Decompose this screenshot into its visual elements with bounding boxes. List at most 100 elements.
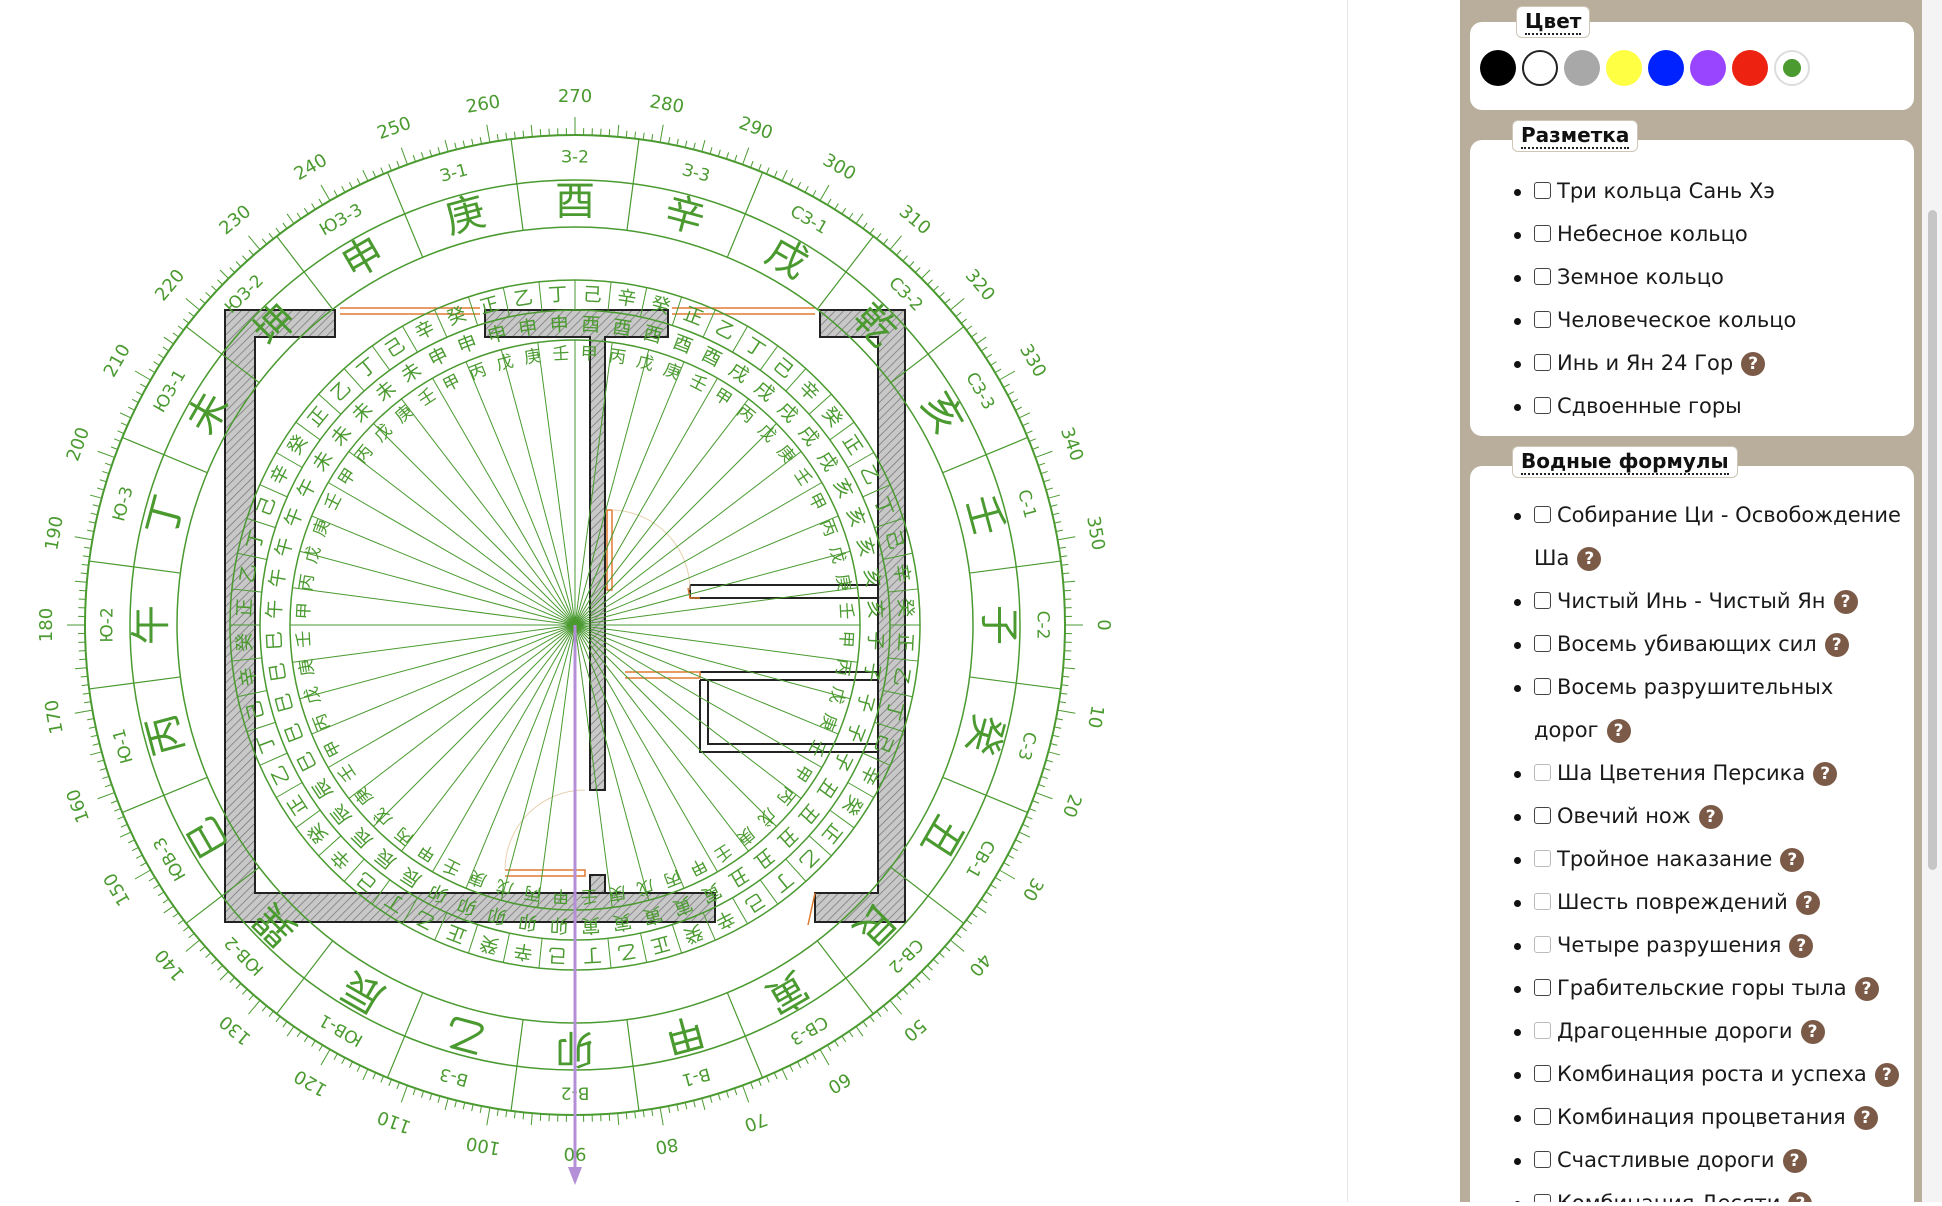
floor-plan-canvas[interactable]: 0102030405060708090100110120130140150160… — [0, 0, 1348, 1202]
option-checkbox[interactable] — [1534, 592, 1551, 609]
help-icon[interactable]: ? — [1813, 762, 1837, 786]
degree-tick — [514, 1111, 515, 1118]
degree-tick — [813, 1054, 816, 1060]
degree-tick — [220, 971, 228, 979]
inner-char: 乙 — [266, 762, 294, 789]
panel-scrollbar[interactable] — [1922, 0, 1942, 1202]
mountain-char: 乙 — [440, 1007, 491, 1062]
color-swatch-1[interactable] — [1480, 50, 1516, 86]
degree-tick — [685, 1102, 687, 1109]
degree-tick — [135, 870, 151, 879]
help-icon[interactable]: ? — [1854, 1106, 1878, 1130]
degree-label: 70 — [741, 1108, 770, 1136]
option-item[interactable]: Земное кольцо — [1470, 256, 1914, 299]
inner-divider — [468, 925, 477, 954]
degree-tick — [991, 885, 997, 889]
help-icon[interactable]: ? — [1607, 719, 1631, 743]
option-label: Комбинация роста и успеха — [1557, 1062, 1867, 1086]
inner-char: 己 — [253, 494, 280, 520]
degree-tick — [236, 262, 241, 267]
option-label: Сдвоенные горы — [1557, 394, 1742, 418]
option-item[interactable]: Небесное кольцо — [1470, 213, 1914, 256]
option-item[interactable]: Четыре разрушения? — [1470, 924, 1914, 967]
help-icon[interactable]: ? — [1741, 352, 1765, 376]
option-item[interactable]: Ша Цветения Персика? — [1470, 752, 1914, 795]
color-swatch-2[interactable] — [1522, 50, 1558, 86]
compass-overlay[interactable]: 0102030405060708090100110120130140150160… — [0, 0, 1348, 1202]
degree-tick — [463, 141, 465, 148]
degree-tick — [986, 354, 992, 358]
option-item[interactable]: Драгоценные дороги? — [1470, 1010, 1914, 1053]
help-icon[interactable]: ? — [1875, 1063, 1899, 1087]
option-item[interactable]: Инь и Ян 24 Гор? — [1470, 342, 1914, 385]
inner-divider — [539, 938, 542, 968]
degree-tick — [939, 953, 944, 958]
degree-tick — [903, 989, 908, 994]
help-icon[interactable]: ? — [1788, 1192, 1812, 1202]
inner-char: 甲 — [804, 490, 830, 514]
option-item[interactable]: Человеческое кольцо — [1470, 299, 1914, 342]
color-swatch-8[interactable] — [1774, 50, 1810, 86]
degree-tick — [1054, 727, 1061, 728]
option-checkbox[interactable] — [1534, 1065, 1551, 1082]
option-checkbox[interactable] — [1534, 506, 1551, 523]
help-icon[interactable]: ? — [1789, 934, 1813, 958]
option-item[interactable]: Восемь разрушительныхдорог? — [1470, 666, 1914, 752]
degree-tick — [945, 299, 950, 304]
option-checkbox[interactable] — [1534, 397, 1551, 414]
help-icon[interactable]: ? — [1855, 977, 1879, 1001]
option-item[interactable]: Три кольца Сань Хэ — [1470, 170, 1914, 213]
scrollbar-thumb[interactable] — [1928, 210, 1937, 870]
option-checkbox[interactable] — [1534, 225, 1551, 242]
option-checkbox[interactable] — [1534, 635, 1551, 652]
degree-tick — [626, 1112, 627, 1119]
color-swatch-6[interactable] — [1690, 50, 1726, 86]
degree-tick — [718, 1094, 720, 1101]
degree-tick — [751, 1082, 754, 1089]
option-item[interactable]: Комбинация Десяти? — [1470, 1182, 1914, 1202]
option-checkbox[interactable] — [1534, 354, 1551, 371]
help-icon[interactable]: ? — [1780, 848, 1804, 872]
option-checkbox[interactable] — [1534, 182, 1551, 199]
option-item[interactable]: Собирание Ци - ОсвобождениеШа? — [1470, 494, 1914, 580]
option-item[interactable]: Чистый Инь - Чистый Ян? — [1470, 580, 1914, 623]
option-checkbox[interactable] — [1534, 1151, 1551, 1168]
option-checkbox[interactable] — [1534, 678, 1551, 695]
option-item[interactable]: Шесть повреждений? — [1470, 881, 1914, 924]
degree-tick — [183, 319, 189, 323]
option-checkbox[interactable] — [1534, 1194, 1551, 1202]
degree-tick — [1041, 471, 1048, 473]
option-item[interactable]: Комбинация роста и успеха? — [1470, 1053, 1914, 1096]
option-checkbox[interactable] — [1534, 268, 1551, 285]
degree-tick — [820, 1049, 829, 1065]
option-item[interactable]: Овечий нож? — [1470, 795, 1914, 838]
option-item[interactable]: Комбинация процветания? — [1470, 1096, 1914, 1139]
option-item[interactable]: Счастливые дороги? — [1470, 1139, 1914, 1182]
degree-tick — [1052, 735, 1059, 737]
option-item[interactable]: Сдвоенные горы — [1470, 385, 1914, 428]
option-checkbox[interactable] — [1534, 807, 1551, 824]
option-item[interactable]: Грабительские горы тыла? — [1470, 967, 1914, 1010]
degree-tick — [312, 1041, 316, 1047]
color-swatch-7[interactable] — [1732, 50, 1768, 86]
degree-tick — [178, 920, 184, 924]
color-swatch-5[interactable] — [1648, 50, 1684, 86]
option-item[interactable]: Тройное наказание? — [1470, 838, 1914, 881]
help-icon[interactable]: ? — [1796, 891, 1820, 915]
help-icon[interactable]: ? — [1577, 547, 1601, 571]
help-icon[interactable]: ? — [1699, 805, 1723, 829]
option-checkbox[interactable] — [1534, 979, 1551, 996]
degree-tick — [121, 423, 127, 426]
option-checkbox[interactable] — [1534, 1108, 1551, 1125]
option-item[interactable]: Восемь убивающих сил? — [1470, 623, 1914, 666]
help-icon[interactable]: ? — [1825, 633, 1849, 657]
color-swatch-4[interactable] — [1606, 50, 1642, 86]
degree-tick — [93, 505, 100, 507]
option-checkbox[interactable] — [1534, 311, 1551, 328]
help-icon[interactable]: ? — [1783, 1149, 1807, 1173]
inner-char: 乙 — [236, 562, 261, 584]
help-icon[interactable]: ? — [1834, 590, 1858, 614]
help-icon[interactable]: ? — [1801, 1020, 1825, 1044]
color-swatch-3[interactable] — [1564, 50, 1600, 86]
degree-label: 80 — [654, 1133, 680, 1158]
